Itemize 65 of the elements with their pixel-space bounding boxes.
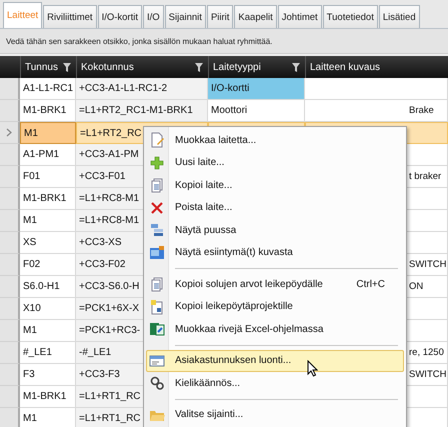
table-cell: A1-PM1 xyxy=(20,144,76,166)
tab[interactable]: Johtimet xyxy=(278,5,322,28)
group-hint: Vedä tähän sen sarakkeen otsikko, jonka sisällön mukaan haluat ryhmittää. xyxy=(6,36,272,46)
window-icon xyxy=(149,352,165,369)
tab[interactable]: Kaapelit xyxy=(234,5,277,28)
document-icon xyxy=(149,177,165,194)
filter-icon[interactable] xyxy=(291,62,301,72)
tab[interactable]: Lisätied xyxy=(378,5,420,28)
table-cell: M1-BRK1 xyxy=(20,188,76,210)
pointer-cursor-icon xyxy=(307,360,318,377)
row-indicator[interactable] xyxy=(0,320,20,342)
table-cell: M1-BRK1 xyxy=(20,100,76,122)
row-indicator[interactable] xyxy=(0,122,20,144)
close-icon xyxy=(149,200,165,216)
tab[interactable]: Riviliittimet xyxy=(43,5,97,28)
table-cell: =L1+RT2_RC1-M1-BRK1 xyxy=(76,100,208,122)
row-indicator[interactable] xyxy=(0,364,20,386)
table-cell: #_LE1 xyxy=(20,342,76,364)
row-indicator[interactable] xyxy=(0,342,20,364)
tab[interactable]: Piirit xyxy=(206,5,234,28)
tab[interactable]: Tuotetiedot xyxy=(322,5,378,28)
table-cell: M1 xyxy=(20,210,76,232)
row-indicator[interactable] xyxy=(0,78,20,100)
document-icon xyxy=(149,276,165,292)
row-indicator[interactable] xyxy=(0,254,20,276)
table-cell: F02 xyxy=(20,254,76,276)
shortcut-label: Ctrl+C xyxy=(356,278,385,290)
row-indicator[interactable] xyxy=(0,276,20,298)
row-indicator[interactable] xyxy=(0,298,20,320)
tree-icon xyxy=(149,222,165,238)
row-indicator[interactable] xyxy=(0,408,20,427)
table-cell: F01 xyxy=(20,166,76,188)
filter-icon[interactable] xyxy=(62,62,72,72)
table-cell: M1 xyxy=(20,408,76,427)
table-cell: M1 xyxy=(20,122,76,144)
gear-icon xyxy=(149,375,165,392)
page-icon xyxy=(149,132,165,148)
filter-icon[interactable] xyxy=(194,62,204,72)
table-cell: I/O-kortti xyxy=(208,78,305,100)
row-indicator[interactable] xyxy=(0,386,20,408)
table-cell: F3 xyxy=(20,364,76,386)
picture-icon xyxy=(149,244,165,261)
table-cell: M1-BRK1 xyxy=(20,386,76,408)
menu-item[interactable]: Asiakastunnuksen luonti... xyxy=(146,350,404,372)
row-indicator[interactable] xyxy=(0,210,20,232)
table-cell: +CC3-A1-L1-RC1-2 xyxy=(76,78,208,100)
table-cell: XS xyxy=(20,232,76,254)
tab[interactable]: I/O-kortit xyxy=(98,5,142,28)
tab[interactable]: I/O xyxy=(142,5,164,28)
table-cell: A1-L1-RC1 xyxy=(20,78,76,100)
row-indicator[interactable] xyxy=(0,232,20,254)
plus-icon xyxy=(149,154,165,171)
table-cell: S6.0-H1 xyxy=(20,276,76,298)
row-indicator[interactable] xyxy=(0,144,20,166)
row-indicator[interactable] xyxy=(0,188,20,210)
table-cell: X10 xyxy=(20,298,76,320)
row-indicator[interactable] xyxy=(0,100,20,122)
table-cell: M1 xyxy=(20,320,76,342)
table-cell: Brake xyxy=(305,100,448,122)
tab[interactable]: Sijainnit xyxy=(164,5,206,28)
clipboard-icon xyxy=(149,298,165,315)
current-row-icon xyxy=(6,128,12,137)
table-cell: Moottori xyxy=(208,100,305,122)
spreadsheet-icon xyxy=(149,321,165,338)
row-indicator[interactable] xyxy=(0,166,20,188)
